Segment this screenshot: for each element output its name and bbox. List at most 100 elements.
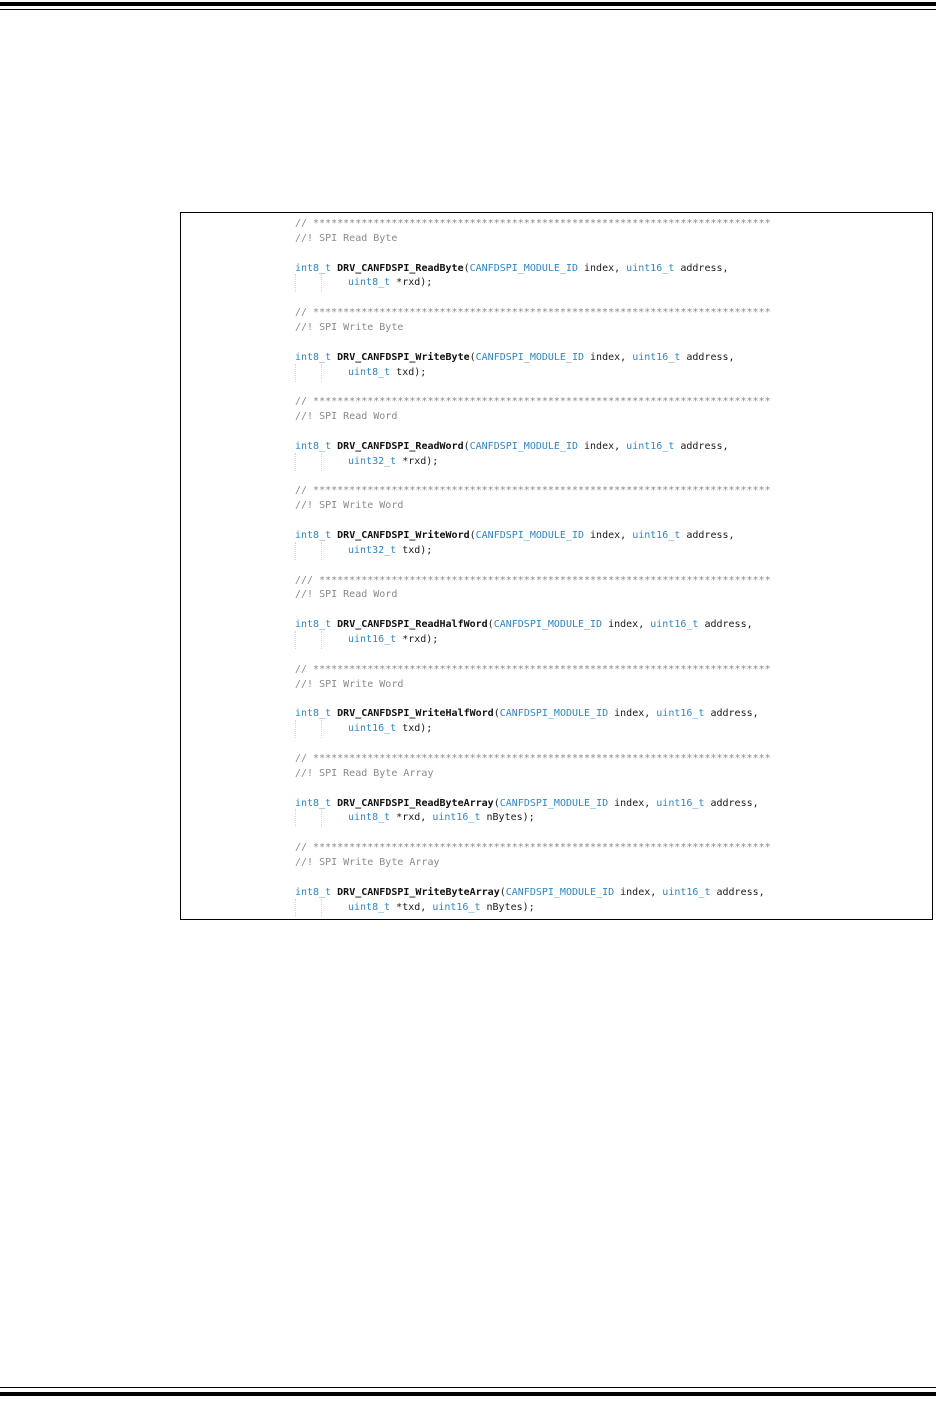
param-type: uint8_t (348, 277, 391, 289)
return-type: int8_t (295, 440, 332, 452)
param-type: uint16_t (432, 812, 481, 824)
doc-comment-text: //! SPI Read Byte (295, 232, 398, 244)
close-paren: ); (522, 812, 535, 824)
indent-guide (321, 452, 322, 471)
function-signature: int8_t DRV_CANFDSPI_ReadByteArray(CANFDS… (295, 797, 771, 812)
indent-guide (321, 274, 322, 293)
param-name: txd (396, 544, 421, 556)
separator-text: // *************************************… (295, 663, 771, 675)
function-name: DRV_CANFDSPI_ReadWord (337, 440, 464, 452)
param-type: CANFDSPI_MODULE_ID (475, 351, 585, 363)
function-signature: int8_t DRV_CANFDSPI_ReadByte(CANFDSPI_MO… (295, 262, 771, 277)
separator-text: // *************************************… (295, 752, 771, 764)
function-signature: int8_t DRV_CANFDSPI_WriteHalfWord(CANFDS… (295, 707, 771, 722)
function-signature-continuation: uint8_t txd); (295, 363, 771, 382)
separator-comment: /// ************************************… (295, 574, 771, 589)
close-paren: ); (420, 723, 433, 735)
param-type: uint16_t (348, 634, 397, 646)
separator-text: // *************************************… (295, 307, 771, 319)
indent-guide (321, 720, 322, 739)
param-type: CANFDSPI_MODULE_ID (469, 262, 578, 274)
doc-comment-text: //! SPI Read Word (295, 589, 398, 601)
indent-guide (321, 809, 322, 828)
doc-comment: //! SPI Read Byte (295, 232, 771, 247)
param-name: address, (704, 797, 759, 809)
doc-comment: //! SPI Write Word (295, 678, 771, 693)
param-name: address, (674, 262, 729, 274)
param-name: index, (578, 262, 627, 274)
indent-guide (321, 631, 322, 650)
separator-comment: // *************************************… (295, 663, 771, 678)
doc-comment-text: //! SPI Read Word (295, 411, 398, 423)
param-name: index, (578, 440, 627, 452)
param-type: CANFDSPI_MODULE_ID (475, 530, 585, 542)
doc-comment: //! SPI Write Byte Array (295, 856, 771, 871)
close-paren: ); (426, 455, 439, 467)
param-name: index, (584, 530, 633, 542)
code-block: // *************************************… (295, 663, 771, 752)
param-name: *txd, (390, 901, 433, 913)
param-type: uint16_t (656, 708, 705, 720)
function-signature-continuation: uint8_t *rxd, uint16_t nBytes); (295, 809, 771, 828)
param-name: nBytes (480, 812, 523, 824)
param-name: txd (396, 723, 421, 735)
indent-guide (321, 541, 322, 560)
function-signature-continuation: uint16_t *rxd); (295, 631, 771, 650)
param-type: uint16_t (632, 530, 681, 542)
indent-guide (295, 898, 296, 917)
return-type: int8_t (295, 262, 332, 274)
doc-comment: //! SPI Write Word (295, 499, 771, 514)
close-paren: ); (426, 634, 439, 646)
return-type: int8_t (295, 708, 332, 720)
param-name: address, (710, 886, 765, 898)
param-name: index, (614, 886, 663, 898)
doc-comment: //! SPI Read Word (295, 588, 771, 603)
param-type: uint32_t (348, 455, 397, 467)
code-block: // *************************************… (295, 752, 771, 841)
indent-guide (295, 452, 296, 471)
param-name: *rxd (396, 455, 427, 467)
close-paren: ); (414, 366, 427, 378)
param-name: address, (674, 440, 729, 452)
param-name: address, (680, 530, 735, 542)
separator-text: // *************************************… (295, 396, 771, 408)
separator-text: // *************************************… (295, 485, 771, 497)
return-type: int8_t (295, 530, 332, 542)
doc-comment-text: //! SPI Read Byte Array (295, 767, 434, 779)
param-type: CANFDSPI_MODULE_ID (505, 886, 615, 898)
function-name: DRV_CANFDSPI_WriteHalfWord (337, 708, 494, 720)
indent-guide (295, 720, 296, 739)
param-type: CANFDSPI_MODULE_ID (493, 619, 603, 631)
function-signature: int8_t DRV_CANFDSPI_WriteWord(CANFDSPI_M… (295, 529, 771, 544)
param-type: uint16_t (348, 723, 397, 735)
function-name: DRV_CANFDSPI_WriteByte (337, 351, 470, 363)
param-name: address, (704, 708, 759, 720)
param-type: CANFDSPI_MODULE_ID (469, 440, 578, 452)
separator-comment: // *************************************… (295, 484, 771, 499)
function-signature-continuation: uint8_t *rxd); (295, 274, 771, 293)
param-name: address, (698, 619, 753, 631)
return-type: int8_t (295, 797, 332, 809)
close-paren: ); (522, 901, 535, 913)
param-type: uint16_t (662, 886, 711, 898)
param-name: index, (584, 351, 633, 363)
param-type: uint16_t (626, 440, 675, 452)
function-name: DRV_CANFDSPI_WriteWord (337, 530, 470, 542)
doc-comment: //! SPI Read Word (295, 410, 771, 425)
function-name: DRV_CANFDSPI_WriteByteArray (337, 886, 500, 898)
return-type: int8_t (295, 619, 332, 631)
param-type: uint16_t (632, 351, 681, 363)
param-type: uint8_t (348, 901, 391, 913)
return-type: int8_t (295, 351, 332, 363)
function-signature-continuation: uint32_t *rxd); (295, 452, 771, 471)
function-signature: int8_t DRV_CANFDSPI_ReadHalfWord(CANFDSP… (295, 618, 771, 633)
indent-guide (295, 809, 296, 828)
separator-text: // *************************************… (295, 218, 771, 229)
